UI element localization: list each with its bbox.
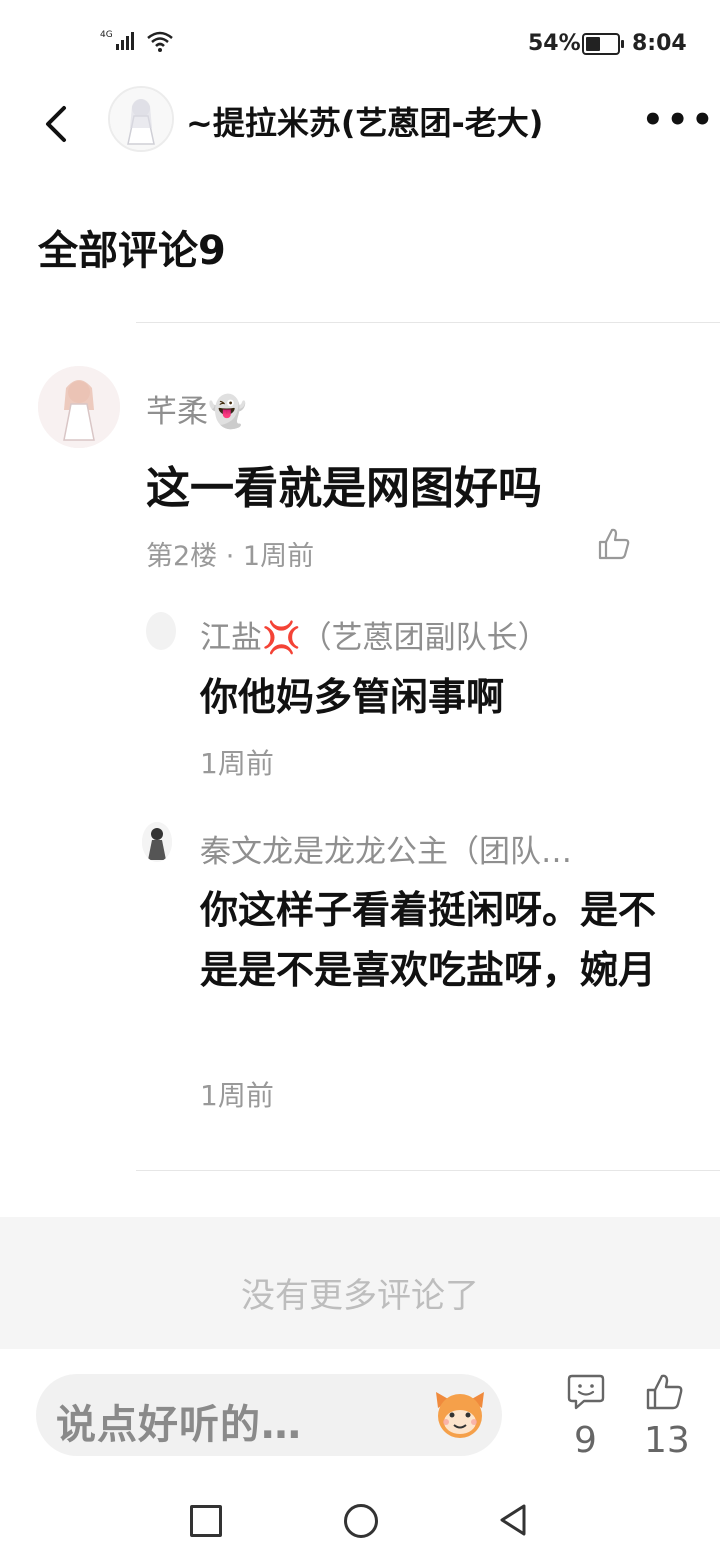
comment-text: 这一看就是网图好吗	[146, 463, 542, 514]
no-more-comments: 没有更多评论了	[241, 1276, 479, 1316]
reply-avatar[interactable]	[146, 612, 176, 650]
like-thumb-icon[interactable]	[644, 1372, 686, 1412]
comment-bubble-icon[interactable]	[566, 1372, 606, 1412]
back-triangle-icon[interactable]	[496, 1502, 530, 1538]
reply-author[interactable]: 秦文龙是龙龙公主（团队…	[200, 826, 670, 871]
commenter-name[interactable]: 芊柔👻	[146, 386, 247, 431]
section-title: 全部评论9	[38, 228, 226, 274]
like-count: 13	[644, 1420, 690, 1461]
emoji-sticker-icon[interactable]	[432, 1386, 488, 1442]
reply-author[interactable]: 江盐💢（艺蒽团副队长）	[200, 612, 549, 657]
battery-icon	[582, 33, 624, 55]
reply-time: 1周前	[200, 747, 274, 780]
thumbs-up-icon[interactable]	[596, 526, 632, 562]
divider	[136, 322, 720, 323]
divider	[136, 1170, 720, 1171]
battery-percent: 54%	[528, 31, 581, 56]
reply-text: 你这样子看着挺闲呀。是不是是不是喜欢吃盐呀，婉月	[200, 888, 657, 992]
page-title: ~提拉米苏(艺蒽团-老大)	[186, 104, 544, 142]
reply-time: 1周前	[200, 1079, 274, 1112]
wifi-icon	[146, 30, 174, 58]
home-button[interactable]	[344, 1504, 378, 1538]
reply-avatar[interactable]	[142, 822, 172, 862]
status-bar: 4G 54% 8:04	[0, 0, 720, 86]
comment-input-placeholder[interactable]: 说点好听的…	[56, 1392, 302, 1450]
clock: 8:04	[632, 31, 687, 56]
comment-count: 9	[574, 1420, 597, 1461]
reply-text: 你他妈多管闲事啊	[200, 675, 505, 719]
more-options-button[interactable]: •••	[642, 100, 716, 140]
comment-meta: 第2楼 · 1周前	[146, 541, 315, 572]
svg-text:4G: 4G	[100, 30, 113, 40]
author-avatar[interactable]	[108, 86, 174, 152]
back-arrow-icon[interactable]	[38, 104, 78, 144]
cellular-signal-icon: 4G	[100, 28, 140, 58]
recent-apps-button[interactable]	[190, 1505, 222, 1537]
commenter-avatar[interactable]	[38, 366, 120, 448]
